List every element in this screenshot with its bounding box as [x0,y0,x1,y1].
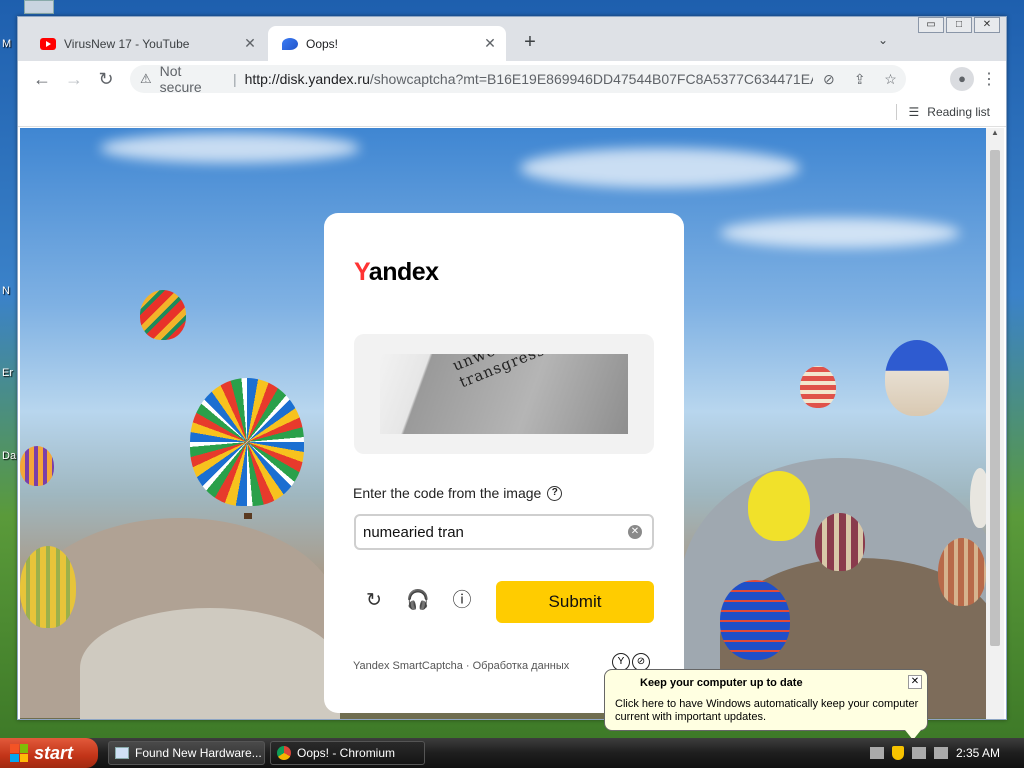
window-icon [115,747,129,759]
captcha-input[interactable] [363,523,613,541]
chromium-icon [277,746,291,760]
notification-close-button[interactable]: ✕ [908,675,922,689]
code-label: Enter the code from the image ? [353,485,563,501]
notification-title: Keep your computer up to date [640,677,803,689]
captcha-actions: ↻ 🎧 ⓘ [362,589,474,613]
tab-strip: VirusNew 17 - YouTube ✕ Oops! ✕ + ⌄ ▭ □ … [18,17,1006,61]
cloud [720,218,960,248]
security-label[interactable]: Not secure [160,63,225,95]
info-icon[interactable]: ⓘ [450,589,474,613]
headphones-icon[interactable]: 🎧 [406,589,430,613]
tab-title: VirusNew 17 - YouTube [64,36,190,51]
hill [80,608,340,719]
hot-air-balloon [190,378,304,506]
desktop-label[interactable]: Da [2,450,16,462]
refresh-icon[interactable]: ↻ [362,589,386,613]
yandex-disk-icon [282,37,298,50]
reading-list-label: Reading list [927,105,990,119]
hot-air-balloon [938,538,986,606]
taskbar-item-hardware[interactable]: Found New Hardware... [108,741,265,765]
help-icon[interactable]: ? [547,485,563,501]
tab-title: Oops! [306,36,339,51]
tab-oops[interactable]: Oops! ✕ [268,26,506,61]
taskbar-item-label: Found New Hardware... [135,746,262,760]
desktop-icon[interactable] [24,0,54,14]
close-icon[interactable]: ✕ [480,35,500,52]
hot-air-balloon [720,580,790,660]
menu-icon[interactable]: ⋮ [980,69,998,89]
eye-off-icon[interactable]: ⊘ [813,71,844,88]
toolbar: ← → ↻ ⚠ Not secure | http://disk.yandex.… [18,61,1006,97]
cloud [520,148,800,188]
reading-list-icon: ☰ [908,105,920,119]
scrollbar-thumb[interactable] [990,150,1000,646]
balloon-basket [244,513,252,519]
close-icon[interactable]: ✕ [240,35,260,52]
taskbar: start Found New Hardware... Oops! - Chro… [0,738,1024,768]
star-icon[interactable]: ☆ [875,71,906,88]
hot-air-balloon [20,446,54,486]
separator: | [232,71,237,87]
hot-air-balloon [748,471,810,541]
hot-air-balloon [970,468,986,528]
scroll-up-icon[interactable]: ▲ [986,128,1004,142]
taskbar-item-chromium[interactable]: Oops! - Chromium [270,741,425,765]
url-text[interactable]: http://disk.yandex.ru/showcaptcha?mt=B16… [245,71,814,87]
bookmarks-bar: ☰ Reading list [18,97,1006,127]
clock[interactable]: 2:35 AM [956,746,1000,760]
hot-air-balloon [815,513,865,571]
captcha-image-container: unwearied transgress [354,334,654,454]
url-host: http://disk.yandex.ru [244,71,370,87]
start-button[interactable]: start [0,738,98,768]
code-label-text: Enter the code from the image [353,485,542,501]
submit-button[interactable]: Submit [496,581,654,623]
window-close-button[interactable]: ✕ [974,17,1000,33]
reload-button[interactable]: ↻ [90,69,122,90]
security-shield-icon[interactable] [892,746,904,760]
maximize-button[interactable]: □ [946,17,972,33]
captcha-footer[interactable]: Yandex SmartCaptcha · Обработка данных [353,660,569,672]
hot-air-balloon [800,366,836,408]
captcha-text: unwearied transgress [450,354,548,392]
network-icon[interactable] [912,747,926,759]
yandex-logo: Yandex [354,258,439,286]
new-tab-button[interactable]: + [518,31,542,54]
clear-icon[interactable]: ✕ [628,525,642,539]
volume-icon[interactable] [934,747,948,759]
warning-icon[interactable]: ⚠ [140,71,152,87]
captcha-image: unwearied transgress [380,354,628,434]
start-label: start [34,742,74,763]
window-controls: ▭ □ ✕ [918,17,1000,35]
desktop-label[interactable]: N [2,285,10,297]
divider [895,104,897,120]
back-button[interactable]: ← [26,69,58,90]
notification-body: Click here to have Windows automatically… [615,698,919,723]
system-tray: 2:35 AM [860,738,1024,768]
desktop-label[interactable]: Er [2,367,13,379]
reading-list-button[interactable]: ☰ Reading list [895,104,990,120]
tab-youtube[interactable]: VirusNew 17 - YouTube ✕ [26,26,266,61]
hot-air-balloon [20,546,76,628]
forward-button[interactable]: → [58,69,90,90]
share-icon[interactable]: ⇪ [844,71,875,88]
minimize-button[interactable]: ▭ [918,17,944,33]
profile-avatar[interactable]: ● [950,67,974,91]
keyboard-icon[interactable] [870,747,884,759]
captcha-input-field[interactable]: ✕ [354,514,654,550]
youtube-icon [40,37,56,50]
hot-air-balloon [885,340,949,416]
taskbar-item-label: Oops! - Chromium [297,746,396,760]
url-path: /showcaptcha?mt=B16E19E869946DD47544B07F… [369,71,814,87]
tab-search-button[interactable]: ⌄ [878,33,888,47]
address-bar[interactable]: ⚠ Not secure | http://disk.yandex.ru/sho… [130,63,906,95]
windows-logo-icon [10,744,28,762]
captcha-card: Yandex unwearied transgress Enter the co… [324,213,684,713]
cloud [100,133,360,163]
desktop-label[interactable]: M [2,38,11,50]
toolbar-right: ● ⋮ [950,67,998,91]
hot-air-balloon [140,290,186,340]
scrollbar[interactable]: ▲ [986,128,1004,719]
update-notification[interactable]: Keep your computer up to date ✕ Click he… [604,669,928,740]
